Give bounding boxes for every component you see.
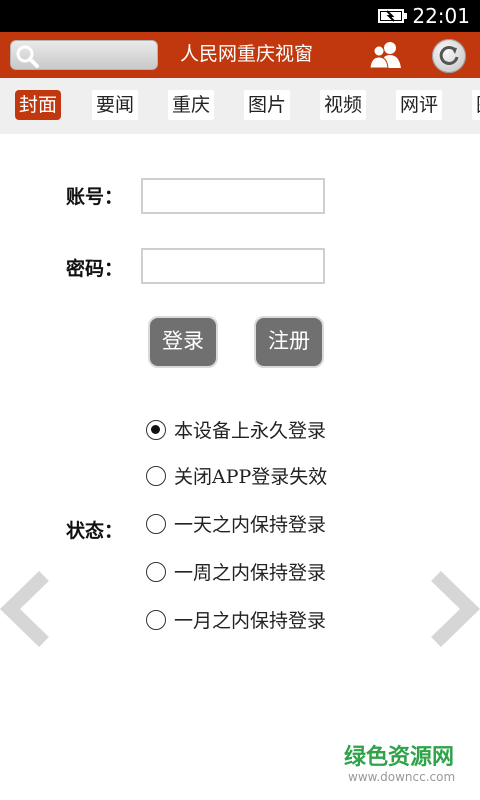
- tab-video[interactable]: 视频: [320, 90, 367, 120]
- app-bar: 人民网重庆视窗: [0, 32, 480, 78]
- status-option-label: 一周之内保持登录: [174, 562, 327, 584]
- watermark-url: www.downcc.com: [348, 770, 456, 784]
- status-option-label: 一月之内保持登录: [174, 610, 327, 632]
- status-label: 状态：: [66, 520, 124, 542]
- clock: 22:01: [412, 4, 470, 28]
- tab-commentary[interactable]: 网评: [396, 90, 443, 120]
- status-option-label: 本设备上永久登录: [174, 420, 327, 442]
- radio-unselected[interactable]: [146, 514, 166, 534]
- search-input[interactable]: [10, 40, 158, 70]
- chevron-right-icon[interactable]: [430, 570, 480, 648]
- refresh-button[interactable]: [432, 39, 466, 73]
- watermark-text: 绿色资源网: [344, 745, 455, 770]
- radio-unselected[interactable]: [146, 610, 166, 630]
- chevron-left-icon[interactable]: [0, 570, 50, 648]
- account-label: 账号：: [66, 186, 124, 208]
- search-icon: [16, 45, 39, 68]
- tab-more[interactable]: 图: [472, 90, 480, 120]
- radio-unselected[interactable]: [146, 466, 166, 486]
- radio-selected[interactable]: [146, 420, 166, 440]
- tab-chongqing[interactable]: 重庆: [168, 90, 215, 120]
- password-label: 密码：: [66, 258, 124, 280]
- watermark: 绿色资源网 www.downcc.com: [344, 745, 456, 785]
- radio-unselected[interactable]: [146, 562, 166, 582]
- status-option-label: 关闭APP登录失效: [174, 466, 328, 488]
- users-icon[interactable]: [368, 40, 404, 70]
- register-button[interactable]: 注册: [256, 318, 322, 366]
- app-title: 人民网重庆视窗: [180, 43, 314, 65]
- battery-charging-icon: [378, 9, 407, 23]
- tab-photos[interactable]: 图片: [244, 90, 291, 120]
- password-field[interactable]: [141, 248, 325, 284]
- login-button[interactable]: 登录: [150, 318, 216, 366]
- account-field[interactable]: [141, 178, 325, 214]
- status-bar: 22:01: [0, 0, 480, 32]
- refresh-icon: [439, 45, 459, 65]
- status-option-label: 一天之内保持登录: [174, 514, 327, 536]
- tab-headlines[interactable]: 要闻: [92, 90, 139, 120]
- category-tabs: 封面 要闻 重庆 图片 视频 网评 图: [0, 78, 480, 134]
- tab-cover[interactable]: 封面: [15, 90, 62, 120]
